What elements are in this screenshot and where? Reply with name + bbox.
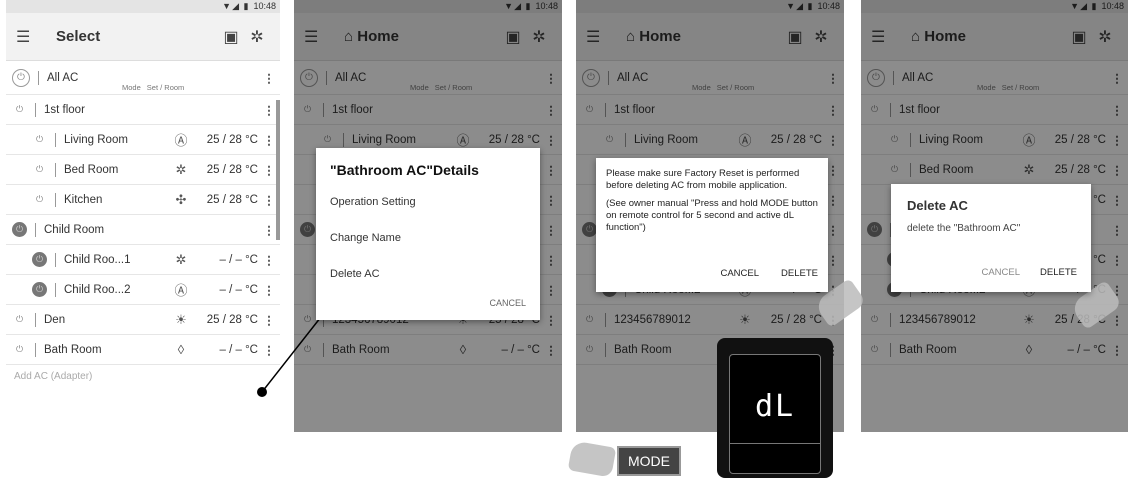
warning-dialog: Please make sure Factory Reset is perfor… bbox=[596, 158, 828, 292]
dialog-title: Delete AC bbox=[907, 198, 968, 213]
delete-button[interactable]: DELETE bbox=[1040, 267, 1077, 278]
mode-button[interactable]: MODE bbox=[617, 446, 681, 476]
operation-setting-item[interactable]: Operation Setting bbox=[330, 196, 526, 208]
cancel-button[interactable]: CANCEL bbox=[489, 298, 526, 308]
dialog-title: "Bathroom AC"Details bbox=[330, 162, 479, 178]
cancel-button[interactable]: CANCEL bbox=[720, 268, 759, 279]
remote-display: dL bbox=[717, 338, 833, 478]
details-dialog: "Bathroom AC"Details Operation Setting C… bbox=[316, 148, 540, 320]
delete-ac-item[interactable]: Delete AC bbox=[330, 268, 526, 280]
change-name-item[interactable]: Change Name bbox=[330, 232, 526, 244]
delete-button[interactable]: DELETE bbox=[781, 268, 818, 279]
display-text: dL bbox=[754, 389, 796, 424]
dialog-message: delete the "Bathroom AC" bbox=[907, 223, 1021, 234]
warning-text: Please make sure Factory Reset is perfor… bbox=[606, 168, 800, 192]
cancel-button[interactable]: CANCEL bbox=[981, 267, 1020, 278]
warning-note: (See owner manual "Press and hold MODE b… bbox=[606, 197, 818, 234]
delete-dialog: Delete AC delete the "Bathroom AC" CANCE… bbox=[891, 184, 1091, 292]
